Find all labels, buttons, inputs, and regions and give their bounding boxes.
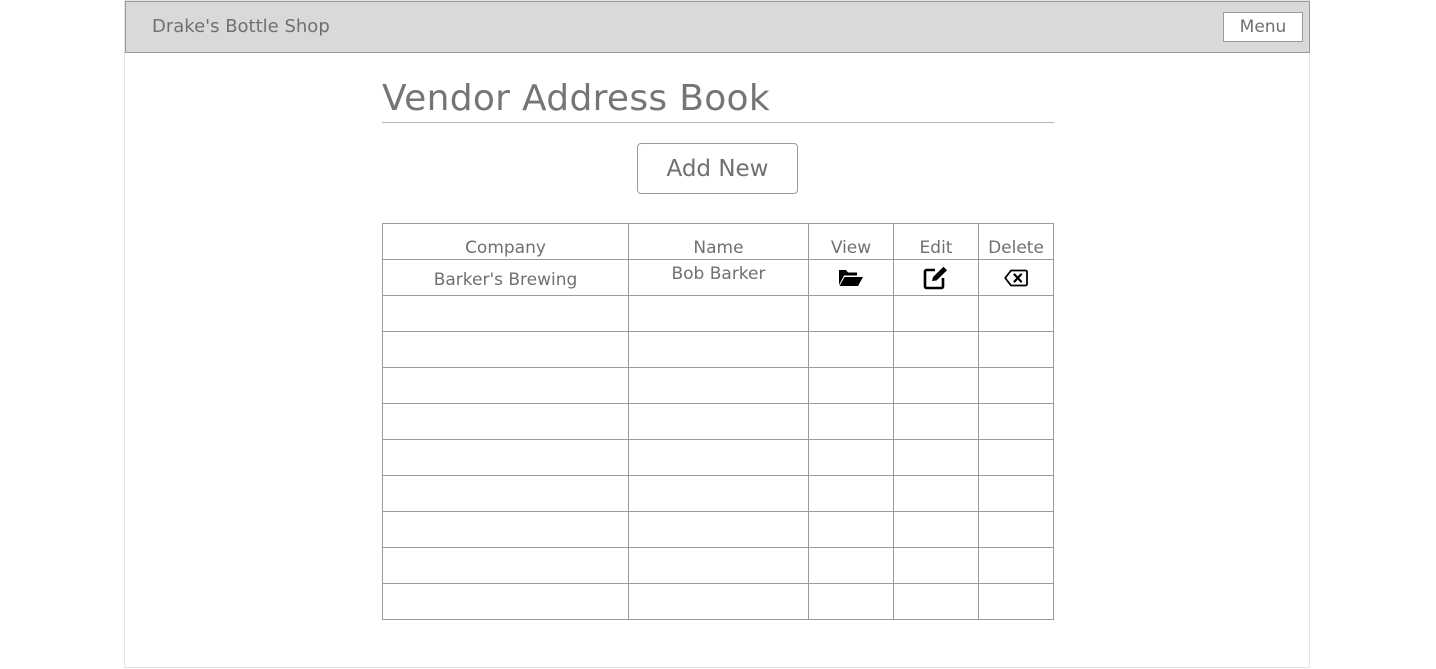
- view-cell: [808, 439, 894, 476]
- company-cell: [382, 295, 629, 332]
- table-row: [382, 511, 1054, 548]
- column-header-company: Company: [382, 223, 629, 260]
- delete-cell: [978, 511, 1054, 548]
- company-cell: [382, 439, 629, 476]
- edit-cell: [893, 259, 979, 296]
- view-cell: [808, 511, 894, 548]
- view-cell: [808, 367, 894, 404]
- vendor-table: Company Name View Edit Delete Barker's B…: [382, 223, 1054, 620]
- name-cell: [628, 547, 809, 584]
- edit-cell: [893, 295, 979, 332]
- delete-cell: [978, 331, 1054, 368]
- edit-cell: [893, 547, 979, 584]
- menu-button[interactable]: Menu: [1223, 12, 1303, 42]
- table-row: [382, 367, 1054, 404]
- table-row: [382, 583, 1054, 620]
- company-cell: [382, 583, 629, 620]
- name-cell: [628, 331, 809, 368]
- edit-cell: [893, 439, 979, 476]
- edit-cell: [893, 511, 979, 548]
- title-divider: [382, 122, 1054, 123]
- delete-cell: [978, 547, 1054, 584]
- table-row: [382, 547, 1054, 584]
- delete-cell: [978, 439, 1054, 476]
- delete-cell: [978, 475, 1054, 512]
- edit-cell: [893, 367, 979, 404]
- view-cell: [808, 475, 894, 512]
- delete-cell: [978, 403, 1054, 440]
- edit-cell: [893, 475, 979, 512]
- delete-cell: [978, 259, 1054, 296]
- name-cell: [628, 403, 809, 440]
- edit-cell: [893, 403, 979, 440]
- edit-icon[interactable]: [923, 266, 949, 290]
- delete-cell: [978, 295, 1054, 332]
- company-cell: [382, 511, 629, 548]
- column-header-edit: Edit: [893, 223, 979, 260]
- name-cell: [628, 295, 809, 332]
- table-row: [382, 295, 1054, 332]
- view-cell: [808, 403, 894, 440]
- view-cell: [808, 259, 894, 296]
- name-cell: Bob Barker: [628, 259, 809, 296]
- company-cell: [382, 475, 629, 512]
- name-cell: [628, 367, 809, 404]
- company-cell: [382, 367, 629, 404]
- view-cell: [808, 583, 894, 620]
- page-title: Vendor Address Book: [382, 78, 771, 119]
- folder-open-icon[interactable]: [838, 268, 864, 288]
- backspace-delete-icon[interactable]: [1004, 269, 1028, 287]
- top-bar: Drake's Bottle Shop Menu: [125, 1, 1310, 53]
- column-header-delete: Delete: [978, 223, 1054, 260]
- company-cell: [382, 331, 629, 368]
- table-header-row: Company Name View Edit Delete: [382, 223, 1054, 260]
- delete-cell: [978, 583, 1054, 620]
- company-cell: Barker's Brewing: [382, 259, 629, 296]
- table-row: [382, 403, 1054, 440]
- add-new-button[interactable]: Add New: [637, 143, 798, 194]
- column-header-name: Name: [628, 223, 809, 260]
- name-cell: [628, 475, 809, 512]
- table-row: [382, 439, 1054, 476]
- view-cell: [808, 295, 894, 332]
- delete-cell: [978, 367, 1054, 404]
- company-cell: [382, 403, 629, 440]
- view-cell: [808, 331, 894, 368]
- view-cell: [808, 547, 894, 584]
- table-row: [382, 331, 1054, 368]
- edit-cell: [893, 331, 979, 368]
- table-row: [382, 475, 1054, 512]
- name-cell: [628, 511, 809, 548]
- column-header-view: View: [808, 223, 894, 260]
- table-row: Barker's Brewing Bob Barker: [382, 259, 1054, 296]
- name-cell: [628, 583, 809, 620]
- company-cell: [382, 547, 629, 584]
- edit-cell: [893, 583, 979, 620]
- name-cell: [628, 439, 809, 476]
- shop-name: Drake's Bottle Shop: [152, 16, 330, 37]
